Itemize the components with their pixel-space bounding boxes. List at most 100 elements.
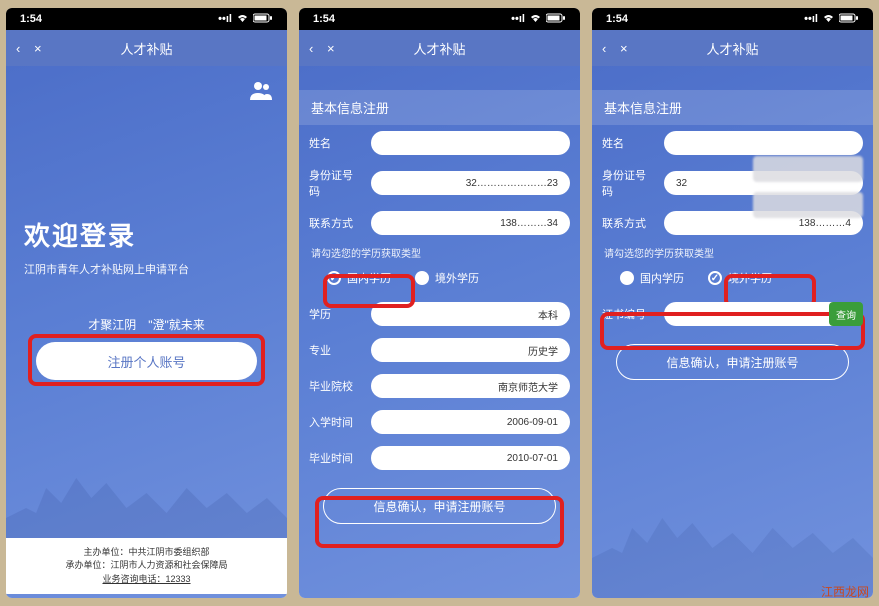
phone-label: 业务咨询电话： (102, 574, 165, 584)
grad-input[interactable]: 2010-07-01 (371, 446, 570, 470)
edu-hint: 请勾选您的学历获取类型 (299, 241, 580, 264)
status-bar: 1:54 ••ıl (299, 8, 580, 30)
battery-icon (839, 13, 859, 26)
status-indicators: ••ıl (804, 13, 859, 26)
section-title: 基本信息注册 (299, 90, 580, 125)
back-button[interactable]: ‹ (16, 41, 34, 56)
back-button[interactable]: ‹ (309, 41, 327, 56)
people-icon[interactable] (249, 80, 273, 100)
watermark: 江西龙网 (821, 583, 869, 600)
major-input[interactable]: 历史学 (371, 338, 570, 362)
confirm-button[interactable]: 信息确认，申请注册账号 (616, 344, 849, 380)
status-time: 1:54 (20, 13, 42, 25)
wifi-icon (529, 13, 542, 26)
phone-screen-3: 1:54 ••ıl ‹ × 人才补贴 基本信息注册 姓名 身份证号码 32 联系… (592, 8, 873, 598)
nav-title: 人才补贴 (345, 39, 534, 58)
blur-name (753, 156, 863, 182)
back-button[interactable]: ‹ (602, 41, 620, 56)
row-id: 身份证号码 32…………………23 (299, 161, 580, 205)
phone-screen-2: 1:54 ••ıl ‹ × 人才补贴 基本信息注册 姓名 身份证号码 32………… (299, 8, 580, 598)
row-grad: 毕业时间 2010-07-01 (299, 440, 580, 476)
battery-icon (253, 13, 273, 26)
signal-icon: ••ıl (804, 13, 818, 25)
status-time: 1:54 (313, 13, 335, 25)
row-major: 专业 历史学 (299, 332, 580, 368)
row-cert: 证书编号 查询 (592, 296, 873, 332)
undertake-value: 江阴市人力资源和社会保障局 (111, 560, 228, 570)
welcome-title: 欢迎登录 (24, 216, 189, 253)
register-button[interactable]: 注册个人账号 (36, 342, 257, 380)
close-button[interactable]: × (34, 41, 52, 56)
wifi-icon (236, 13, 249, 26)
content-area: 基本信息注册 姓名 身份证号码 32 联系方式 138………4 请勾选您的学历获… (592, 66, 873, 598)
confirm-button[interactable]: 信息确认，申请注册账号 (323, 488, 556, 524)
enroll-input[interactable]: 2006-09-01 (371, 410, 570, 434)
status-time: 1:54 (606, 13, 628, 25)
undertake-label: 承办单位： (65, 560, 110, 570)
enroll-label: 入学时间 (309, 414, 363, 430)
name-label: 姓名 (309, 135, 363, 151)
status-indicators: ••ıl (511, 13, 566, 26)
nav-title: 人才补贴 (52, 39, 241, 58)
check-icon (708, 271, 722, 285)
phone-label: 联系方式 (602, 215, 656, 231)
signal-icon: ••ıl (511, 13, 525, 25)
row-phone: 联系方式 138………34 (299, 205, 580, 241)
check-icon (327, 271, 341, 285)
grad-label: 毕业时间 (309, 450, 363, 466)
phone-value: 12333 (165, 574, 190, 584)
edu-hint: 请勾选您的学历获取类型 (592, 241, 873, 264)
status-bar: 1:54 ••ıl (592, 8, 873, 30)
row-name: 姓名 (299, 125, 580, 161)
footer: 主办单位：中共江阴市委组织部 承办单位：江阴市人力资源和社会保障局 业务咨询电话… (6, 538, 287, 595)
radio-domestic-label: 国内学历 (347, 270, 391, 286)
section-title: 基本信息注册 (592, 90, 873, 125)
query-button[interactable]: 查询 (829, 302, 863, 326)
close-button[interactable]: × (327, 41, 345, 56)
degree-input[interactable]: 本科 (371, 302, 570, 326)
name-input[interactable] (371, 131, 570, 155)
radio-abroad[interactable]: 境外学历 (415, 270, 479, 286)
phone-input[interactable]: 138………34 (371, 211, 570, 235)
radio-icon (415, 271, 429, 285)
school-label: 毕业院校 (309, 378, 363, 394)
edu-radio-group: 国内学历 境外学历 (592, 264, 873, 296)
welcome-block: 欢迎登录 江阴市青年人才补贴网上申请平台 (24, 216, 189, 277)
status-indicators: ••ıl (218, 13, 273, 26)
radio-abroad[interactable]: 境外学历 (708, 270, 772, 286)
id-input[interactable]: 32…………………23 (371, 171, 570, 195)
row-school: 毕业院校 南京师范大学 (299, 368, 580, 404)
blur-id (753, 192, 863, 218)
radio-abroad-label: 境外学历 (435, 270, 479, 286)
cert-label: 证书编号 (602, 306, 656, 322)
nav-title: 人才补贴 (638, 39, 827, 58)
tagline: 才聚江阴 "澄"就未来 (6, 316, 287, 333)
signal-icon: ••ıl (218, 13, 232, 25)
edu-radio-group: 国内学历 境外学历 (299, 264, 580, 296)
content-area: 欢迎登录 江阴市青年人才补贴网上申请平台 才聚江阴 "澄"就未来 注册个人账号 … (6, 66, 287, 598)
content-area: 基本信息注册 姓名 身份证号码 32…………………23 联系方式 138………3… (299, 66, 580, 598)
row-enroll: 入学时间 2006-09-01 (299, 404, 580, 440)
name-label: 姓名 (602, 135, 656, 151)
radio-abroad-label: 境外学历 (728, 270, 772, 286)
sponsor-label: 主办单位： (83, 547, 128, 557)
school-input[interactable]: 南京师范大学 (371, 374, 570, 398)
welcome-subtitle: 江阴市青年人才补贴网上申请平台 (24, 261, 189, 277)
id-label: 身份证号码 (309, 167, 363, 199)
nav-bar: ‹ × 人才补贴 (6, 30, 287, 66)
close-button[interactable]: × (620, 41, 638, 56)
phone-screen-1: 1:54 ••ıl ‹ × 人才补贴 欢迎登录 江阴市青年人才补贴网上申请平台 … (6, 8, 287, 598)
degree-label: 学历 (309, 306, 363, 322)
row-degree: 学历 本科 (299, 296, 580, 332)
id-label: 身份证号码 (602, 167, 656, 199)
radio-domestic[interactable]: 国内学历 (620, 270, 684, 286)
status-bar: 1:54 ••ıl (6, 8, 287, 30)
phone-label: 联系方式 (309, 215, 363, 231)
wifi-icon (822, 13, 835, 26)
nav-bar: ‹ × 人才补贴 (592, 30, 873, 66)
radio-icon (620, 271, 634, 285)
radio-domestic[interactable]: 国内学历 (327, 270, 391, 286)
major-label: 专业 (309, 342, 363, 358)
name-input[interactable] (664, 131, 863, 155)
radio-domestic-label: 国内学历 (640, 270, 684, 286)
